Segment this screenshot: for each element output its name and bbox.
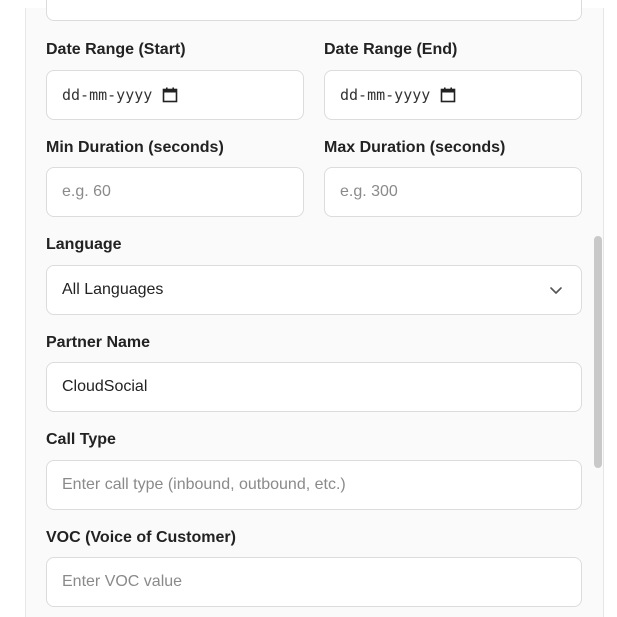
chevron-down-icon[interactable] [549,283,563,302]
min-duration-label: Min Duration (seconds) [46,139,224,156]
voc-placeholder: Enter VOC value [62,573,183,590]
partner-name-label: Partner Name [46,334,151,351]
max-duration-input[interactable]: e.g. 300 [324,167,582,217]
call-type-placeholder: Enter call type (inbound, outbound, etc.… [62,476,346,493]
previous-field[interactable] [46,0,582,21]
calendar-icon[interactable] [162,87,178,103]
voc-label: VOC (Voice of Customer) [46,529,236,546]
call-type-input[interactable]: Enter call type (inbound, outbound, etc.… [46,460,582,510]
date-end-input[interactable]: dd-mm-yyyy [324,70,582,120]
date-start-input[interactable]: dd-mm-yyyy [46,70,304,120]
language-select[interactable]: All Languages [46,265,582,315]
partner-name-value: CloudSocial [62,378,148,395]
max-duration-placeholder: e.g. 300 [340,183,398,200]
partner-name-input[interactable]: CloudSocial [46,362,582,412]
language-selected-value: All Languages [62,281,164,298]
calendar-icon[interactable] [440,87,456,103]
scrollbar-thumb[interactable] [594,236,602,468]
max-duration-label: Max Duration (seconds) [324,139,506,156]
date-end-label: Date Range (End) [324,41,458,58]
date-end-placeholder: dd-mm-yyyy [340,86,431,104]
date-start-label: Date Range (Start) [46,41,186,58]
min-duration-placeholder: e.g. 60 [62,183,111,200]
min-duration-input[interactable]: e.g. 60 [46,167,304,217]
date-start-placeholder: dd-mm-yyyy [62,86,153,104]
call-type-label: Call Type [46,431,116,448]
voc-input[interactable]: Enter VOC value [46,557,582,607]
language-label: Language [46,236,122,253]
